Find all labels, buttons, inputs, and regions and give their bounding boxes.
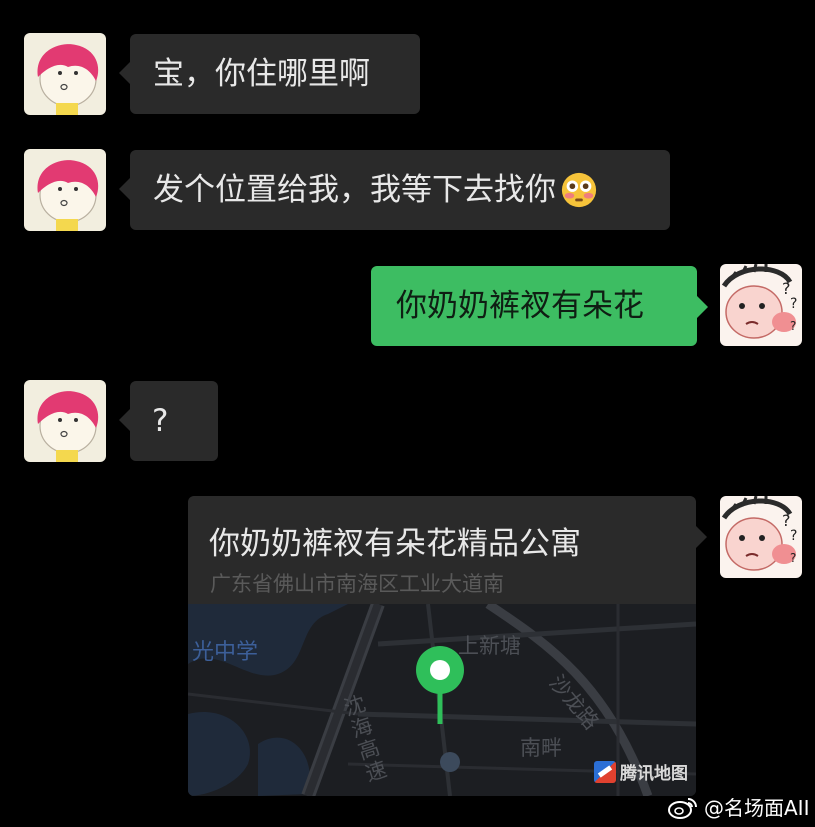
svg-text:?: ? [790,319,796,333]
message-bubble[interactable]: 发个位置给我，我等下去找你 [119,150,670,230]
map-label-shangxintang: 上新塘 [458,634,521,658]
message-text: 宝，你住哪里啊 [153,55,370,92]
location-card-tail [696,526,707,548]
location-title: 你奶奶裤衩有朵花精品公寓 [209,526,581,562]
location-card[interactable]: 你奶奶裤衩有朵花精品公寓 广东省佛山市南海区工业大道南 光中学 上新塘 沙龙路 … [188,496,696,796]
map-label-nanpan: 南畔 [520,736,562,760]
message-text: ? [152,402,169,439]
svg-text:?: ? [790,551,796,565]
message-bubble-sent[interactable]: 你奶奶裤衩有朵花 [371,266,708,346]
message-bubble[interactable]: 宝，你住哪里啊 [119,34,420,114]
weibo-logo-icon [668,797,697,819]
message-bubble[interactable]: ? [119,381,218,461]
contact-avatar[interactable] [24,149,106,231]
map-provider-name: 腾讯地图 [620,764,688,784]
map-label-school: 光中学 [192,640,259,665]
weibo-watermark: @名场面AII [668,792,809,821]
location-pin-icon [414,644,466,726]
map-provider: 腾讯地图 [594,759,688,784]
self-avatar[interactable]: ? ? ? [720,264,802,346]
location-map[interactable]: 光中学 上新塘 沙龙路 沈海高速 南畔 腾讯地图 [188,604,696,796]
svg-text:?: ? [790,528,797,544]
flushed-face-emoji [560,171,598,209]
message-text: 你奶奶裤衩有朵花 [396,287,644,324]
location-address: 广东省佛山市南海区工业大道南 [210,572,504,596]
message-text: 发个位置给我，我等下去找你 [153,171,556,208]
svg-text:?: ? [790,296,797,312]
watermark-text: @名场面AII [704,796,810,820]
self-avatar[interactable]: ? ? ? [720,496,802,578]
contact-avatar[interactable] [24,33,106,115]
contact-avatar[interactable] [24,380,106,462]
tencent-map-logo-icon [594,760,616,783]
